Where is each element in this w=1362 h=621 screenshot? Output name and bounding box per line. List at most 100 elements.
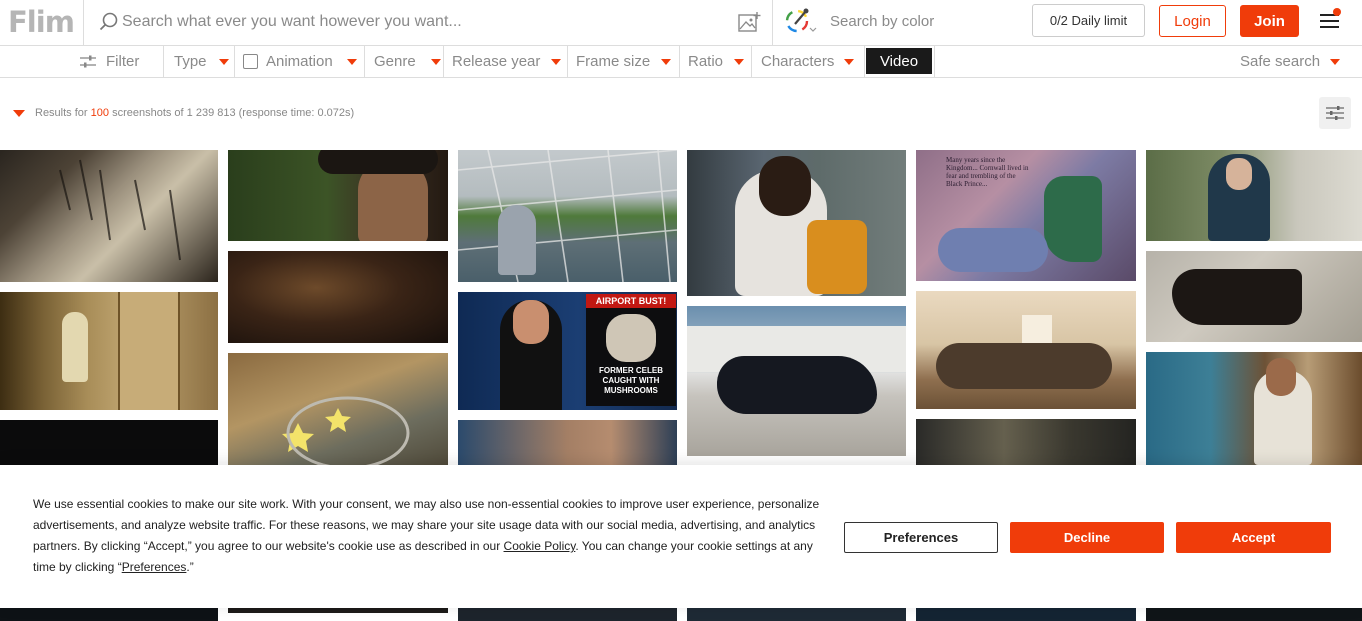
accept-button[interactable]: Accept	[1176, 522, 1331, 553]
cookie-policy-link[interactable]: Cookie Policy	[504, 539, 576, 553]
screenshot-thumbnail[interactable]	[916, 291, 1136, 409]
safe-search-label: Safe search	[1240, 53, 1321, 70]
screenshot-thumbnail[interactable]	[228, 251, 448, 343]
divider	[934, 46, 935, 77]
screenshot-thumbnail[interactable]	[687, 150, 906, 296]
decline-button[interactable]: Decline	[1010, 522, 1164, 553]
caret-down-icon	[430, 58, 441, 65]
release-year-label: Release year	[452, 53, 541, 70]
genre-dropdown[interactable]: Genre	[374, 46, 441, 77]
book-text: Many years since the Kingdom... Cornwall…	[946, 156, 1029, 188]
screenshot-thumbnail[interactable]	[0, 150, 218, 282]
join-button[interactable]: Join	[1240, 5, 1299, 37]
screenshot-thumbnail[interactable]	[1146, 352, 1362, 465]
headline-text: FORMER CELEB CAUGHT WITH MUSHROOMS	[599, 366, 663, 395]
genre-label: Genre	[374, 53, 416, 70]
cookie-text-part: .”	[186, 560, 194, 574]
divider	[679, 46, 680, 77]
screenshot-thumbnail[interactable]	[228, 353, 448, 465]
screenshot-thumbnail[interactable]	[687, 306, 906, 456]
frame-size-label: Frame size	[576, 53, 651, 70]
screenshot-thumbnail[interactable]	[458, 420, 677, 465]
collapse-caret-icon[interactable]	[13, 110, 25, 117]
screenshot-thumbnail[interactable]	[0, 608, 218, 621]
ratio-dropdown[interactable]: Ratio	[688, 46, 745, 77]
screenshot-thumbnail[interactable]	[0, 292, 218, 410]
filter-button[interactable]: Filter	[80, 46, 139, 77]
sliders-icon	[80, 55, 96, 67]
bear-mugshot	[606, 314, 656, 362]
caret-down-icon	[1330, 58, 1341, 65]
divider	[864, 46, 865, 77]
preferences-link[interactable]: Preferences	[122, 560, 187, 574]
screenshot-thumbnail[interactable]	[1146, 251, 1362, 342]
cap	[318, 150, 438, 174]
caret-down-icon	[551, 58, 562, 65]
screenshot-thumbnail[interactable]: Many years since the Kingdom... Cornwall…	[916, 150, 1136, 281]
video-toggle[interactable]: Video	[866, 48, 932, 74]
hair	[759, 156, 811, 216]
search-by-color[interactable]: Search by color	[830, 13, 934, 30]
cookie-banner: We use essential cookies to make our sit…	[0, 465, 1362, 608]
caret-down-icon	[218, 58, 229, 65]
screenshot-thumbnail[interactable]	[916, 419, 1136, 465]
safe-search-dropdown[interactable]: Safe search	[1240, 46, 1341, 77]
scarf	[807, 220, 867, 294]
sliders-icon	[1326, 106, 1344, 120]
screenshot-thumbnail[interactable]	[228, 150, 448, 241]
cookie-message: We use essential cookies to make our sit…	[33, 494, 828, 578]
divider	[443, 46, 444, 77]
dancers-group	[717, 356, 877, 414]
color-palette-icon[interactable]	[785, 7, 819, 37]
man-face	[1266, 358, 1296, 396]
type-dropdown[interactable]: Type	[174, 46, 229, 77]
screenshot-thumbnail[interactable]	[0, 420, 218, 465]
animation-dropdown[interactable]: Animation	[243, 46, 357, 77]
divider	[163, 46, 164, 77]
portrait-face	[1226, 158, 1252, 190]
search-input[interactable]	[122, 10, 722, 34]
divider	[364, 46, 365, 77]
screenshot-thumbnail[interactable]	[916, 608, 1136, 621]
filter-label: Filter	[106, 53, 140, 70]
results-suffix: screenshots of 1 239 813 (response time:…	[112, 107, 355, 119]
screenshot-thumbnail[interactable]	[1146, 608, 1362, 621]
results-summary: Results for 100 screenshots of 1 239 813…	[35, 107, 354, 119]
frame-size-dropdown[interactable]: Frame size	[576, 46, 672, 77]
characters-dropdown[interactable]: Characters	[761, 46, 855, 77]
daily-limit-badge[interactable]: 0/2 Daily limit	[1032, 4, 1145, 37]
screenshot-thumbnail[interactable]	[687, 608, 906, 621]
screenshot-thumbnail[interactable]: AIRPORT BUST! FORMER CELEB CAUGHT WITH M…	[458, 292, 677, 410]
screenshot-thumbnail[interactable]	[458, 150, 677, 282]
lying-figure	[1172, 269, 1302, 325]
ratio-label: Ratio	[688, 53, 724, 70]
login-button[interactable]: Login	[1159, 5, 1226, 37]
group-circle	[936, 343, 1112, 389]
caret-down-icon	[844, 58, 855, 65]
illustration-figure	[1044, 176, 1102, 262]
preferences-button[interactable]: Preferences	[844, 522, 998, 553]
type-label: Type	[174, 53, 207, 70]
release-year-dropdown[interactable]: Release year	[452, 46, 562, 77]
grid-settings-button[interactable]	[1319, 97, 1351, 129]
screenshot-thumbnail[interactable]	[228, 608, 448, 613]
results-prefix: Results for	[35, 107, 88, 119]
calligraphy-marks	[59, 159, 181, 261]
top-header: Flim Search by color 0/2 Daily limit Log…	[0, 0, 1362, 46]
caret-down-icon	[346, 58, 357, 65]
animation-label: Animation	[266, 53, 333, 70]
divider	[234, 46, 235, 77]
image-search-icon[interactable]	[738, 11, 762, 33]
news-graphic: AIRPORT BUST! FORMER CELEB CAUGHT WITH M…	[586, 294, 676, 406]
animation-checkbox[interactable]	[243, 54, 258, 69]
divider	[567, 46, 568, 77]
anchor-face	[513, 300, 549, 344]
logo[interactable]: Flim	[8, 5, 75, 39]
person-figure	[498, 205, 536, 275]
screenshot-thumbnail[interactable]	[458, 608, 677, 621]
divider	[751, 46, 752, 77]
star-toys	[282, 396, 410, 465]
screenshot-thumbnail[interactable]	[1146, 150, 1362, 241]
divider	[772, 0, 773, 45]
divider	[83, 0, 84, 45]
